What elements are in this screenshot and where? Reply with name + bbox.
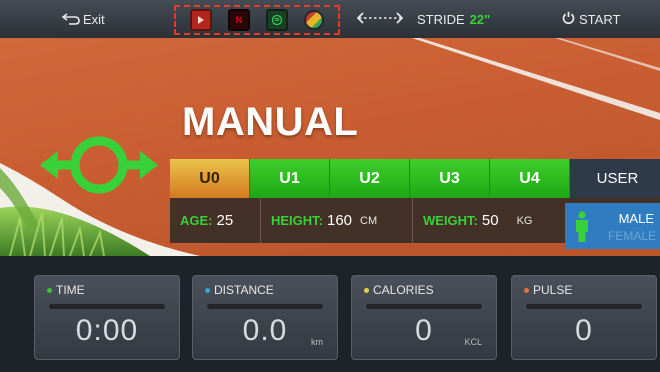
user-button[interactable]: USER: [570, 159, 660, 198]
pulse-value: 0: [575, 314, 593, 347]
stride-indicator: STRIDE 22": [356, 6, 491, 32]
calories-panel: CALORIES 0 KCL: [351, 275, 497, 360]
back-arrow-icon: [62, 13, 80, 25]
height-stat[interactable]: HEIGHT: 160 CM: [261, 198, 413, 243]
person-icon: [573, 211, 591, 248]
calories-label: CALORIES: [373, 283, 434, 297]
user-tab-u0[interactable]: U0: [170, 159, 250, 198]
app-shortcuts: N: [174, 5, 340, 35]
netflix-icon[interactable]: N: [228, 9, 250, 31]
user-selector: U0 U1 U2 U3 U4 USER: [170, 159, 660, 198]
distance-panel: DISTANCE 0.0 km: [192, 275, 338, 360]
height-label: HEIGHT:: [271, 213, 323, 228]
gender-male-label[interactable]: MALE: [619, 211, 654, 226]
time-bar: [49, 304, 165, 309]
distance-dot-icon: [205, 287, 210, 293]
age-label: AGE:: [180, 213, 213, 228]
weight-stat[interactable]: WEIGHT: 50 KG: [413, 198, 565, 243]
gender-female-label[interactable]: FEMALE: [608, 229, 656, 243]
stride-label: STRIDE: [417, 11, 465, 27]
distance-bar: [207, 304, 323, 309]
user-tab-u2[interactable]: U2: [330, 159, 410, 198]
pulse-dot-icon: [524, 287, 529, 293]
exit-label: Exit: [83, 11, 105, 27]
age-value: 25: [216, 212, 234, 229]
exit-button[interactable]: Exit: [62, 6, 105, 32]
height-value: 160: [327, 212, 353, 229]
time-label: TIME: [56, 283, 85, 297]
user-tab-u4[interactable]: U4: [490, 159, 570, 198]
mode-title: MANUAL: [182, 100, 359, 144]
top-bar: Exit N STRIDE 22" START: [0, 0, 660, 38]
mode-arrows-icon: [36, 133, 162, 202]
pulse-label: PULSE: [533, 283, 573, 297]
weight-label: WEIGHT:: [423, 213, 478, 228]
time-value: 0:00: [75, 314, 139, 347]
start-button[interactable]: START: [562, 6, 620, 32]
start-label: START: [579, 11, 621, 27]
distance-unit: km: [311, 337, 323, 347]
calories-bar: [366, 304, 482, 309]
spotify-icon[interactable]: [266, 9, 288, 31]
time-dot-icon: [47, 287, 52, 293]
power-icon: [562, 11, 575, 27]
distance-label: DISTANCE: [214, 283, 274, 297]
pulse-panel: PULSE 0: [511, 275, 657, 360]
chrome-icon[interactable]: [304, 10, 324, 30]
gender-toggle[interactable]: MALE FEMALE: [565, 203, 660, 249]
youtube-icon[interactable]: [190, 9, 212, 31]
stride-arrows-icon: [356, 11, 404, 27]
weight-unit: KG: [516, 214, 533, 227]
stride-value: 22": [469, 11, 491, 27]
calories-dot-icon: [364, 287, 369, 293]
age-stat[interactable]: AGE: 25: [170, 198, 261, 243]
user-tab-u1[interactable]: U1: [250, 159, 330, 198]
calories-unit: KCL: [464, 337, 482, 347]
time-panel: TIME 0:00: [34, 275, 180, 360]
user-tab-u3[interactable]: U3: [410, 159, 490, 198]
weight-value: 50: [481, 212, 499, 229]
height-unit: CM: [360, 214, 378, 227]
pulse-bar: [526, 304, 642, 309]
